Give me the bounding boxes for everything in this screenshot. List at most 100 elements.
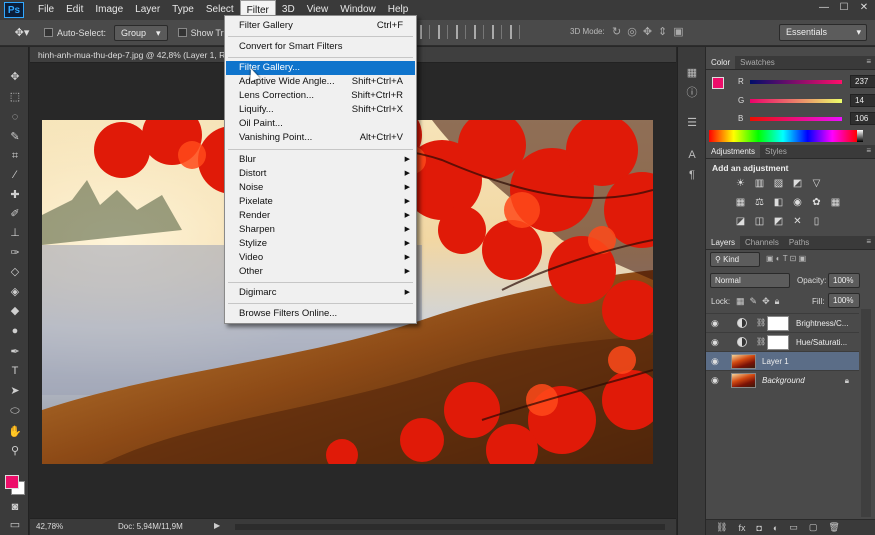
info-panel-icon[interactable]: ⓘ — [686, 87, 698, 99]
filter-menu-item-last-filter[interactable]: Filter Gallery Ctrl+F — [226, 19, 415, 33]
layer-name[interactable]: Background — [762, 376, 805, 385]
distribute-icon[interactable] — [474, 25, 484, 39]
move-tool-preset-icon[interactable]: ✥▾ — [10, 24, 34, 42]
auto-select-dropdown[interactable]: Group ▾ — [114, 24, 168, 41]
quick-selection-tool-icon[interactable]: ✎ — [6, 129, 24, 145]
eye-icon[interactable]: ◉ — [711, 375, 719, 386]
tab-swatches[interactable]: Swatches — [735, 56, 780, 69]
blend-mode-dropdown[interactable]: Normal — [710, 273, 790, 288]
layer-name[interactable]: Layer 1 — [762, 357, 789, 366]
layer-row[interactable]: ◉ ⛓ Brightness/C... — [706, 313, 859, 332]
menu-image[interactable]: Image — [89, 0, 129, 20]
green-value-field[interactable]: 14 — [850, 94, 875, 107]
history-panel-icon[interactable]: ▦ — [686, 67, 698, 79]
foreground-color-swatch[interactable] — [5, 475, 19, 489]
green-slider[interactable] — [750, 99, 842, 103]
opacity-field[interactable]: 100% — [828, 273, 860, 288]
tab-styles[interactable]: Styles — [760, 145, 792, 158]
filter-menu-item-stylize[interactable]: Stylize ▶ — [226, 237, 415, 251]
dodge-tool-icon[interactable]: ● — [6, 323, 24, 339]
filter-menu-item-distort[interactable]: Distort ▶ — [226, 167, 415, 181]
levels-icon[interactable]: ▥ — [753, 177, 766, 190]
tab-adjustments[interactable]: Adjustments — [706, 145, 761, 158]
lock-transparent-icon[interactable]: ▦ — [736, 296, 745, 307]
curves-icon[interactable]: ▨ — [772, 177, 785, 190]
lasso-tool-icon[interactable]: ◌ — [6, 109, 24, 125]
maximize-button[interactable]: ☐ — [837, 2, 851, 14]
tab-layers[interactable]: Layers — [706, 236, 741, 249]
eyedropper-tool-icon[interactable]: ⁄ — [6, 167, 24, 183]
path-selection-tool-icon[interactable]: ➤ — [6, 383, 24, 399]
tab-color[interactable]: Color — [706, 56, 736, 69]
marquee-tool-icon[interactable]: ⬚ — [6, 89, 24, 105]
layers-scrollbar[interactable] — [861, 309, 871, 517]
lock-image-icon[interactable]: ✎ — [750, 296, 758, 307]
lock-position-icon[interactable]: ✥ — [762, 296, 770, 307]
status-menu-arrow-icon[interactable]: ▶ — [214, 521, 220, 530]
zoom-level-field[interactable]: 42,78% — [36, 522, 63, 531]
quick-mask-icon[interactable]: ◙ — [6, 499, 24, 515]
filter-menu-item-oil-paint[interactable]: Oil Paint... — [226, 117, 415, 131]
layer-filter-icons[interactable]: ▣ ◐ T ⊡ ▣ — [766, 254, 806, 263]
fill-field[interactable]: 100% — [828, 293, 860, 308]
workspace-switcher[interactable]: Essentials ▾ — [779, 24, 867, 41]
color-balance-icon[interactable]: ⚖ — [753, 196, 766, 209]
type-tool-icon[interactable]: T — [6, 363, 24, 379]
link-icon[interactable]: ⛓ — [756, 337, 766, 346]
color-panel-foreground-swatch[interactable] — [712, 77, 724, 89]
layer-mask-thumbnail[interactable] — [767, 335, 789, 350]
crop-tool-icon[interactable]: ⌗ — [6, 148, 24, 164]
character-panel-icon[interactable]: A — [686, 149, 698, 161]
drag-3d-icon[interactable]: ✥ — [643, 25, 652, 38]
blue-value-field[interactable]: 106 — [850, 112, 875, 125]
layer-filter-kind-dropdown[interactable]: ⚲ Kind — [710, 252, 760, 267]
filter-menu-item-lens-correction[interactable]: Lens Correction... Shift+Ctrl+R — [226, 89, 415, 103]
menu-layer[interactable]: Layer — [129, 0, 166, 20]
color-lookup-icon[interactable]: ▦ — [829, 196, 842, 209]
properties-panel-icon[interactable]: ☰ — [686, 117, 698, 129]
filter-menu-item-video[interactable]: Video ▶ — [226, 251, 415, 265]
menu-file[interactable]: File — [32, 0, 60, 20]
red-value-field[interactable]: 237 — [850, 75, 875, 88]
panel-menu-icon[interactable]: ≡ — [866, 146, 871, 155]
blur-tool-icon[interactable]: ◆ — [6, 303, 24, 319]
new-group-icon[interactable]: ▭ — [789, 522, 798, 533]
align-icon[interactable] — [456, 25, 466, 39]
tab-paths[interactable]: Paths — [784, 236, 814, 249]
add-mask-icon[interactable]: ◘ — [756, 523, 761, 533]
slide-3d-icon[interactable]: ⇕ — [658, 25, 667, 38]
minimize-button[interactable]: — — [817, 2, 831, 14]
gradient-map-icon[interactable]: ▯ — [810, 215, 823, 228]
layer-row[interactable]: ◉ Background 🔒︎ — [706, 370, 859, 389]
color-spectrum-ramp[interactable] — [709, 130, 857, 142]
hue-saturation-icon[interactable]: ▦ — [734, 196, 747, 209]
brush-tool-icon[interactable]: ✐ — [6, 206, 24, 222]
pen-tool-icon[interactable]: ✒ — [6, 344, 24, 360]
history-brush-tool-icon[interactable]: ✑ — [6, 245, 24, 261]
filter-menu-item-pixelate[interactable]: Pixelate ▶ — [226, 195, 415, 209]
layer-mask-thumbnail[interactable] — [767, 316, 789, 331]
filter-menu-item-noise[interactable]: Noise ▶ — [226, 181, 415, 195]
exposure-icon[interactable]: ◩ — [791, 177, 804, 190]
delete-layer-icon[interactable]: 🗑︎ — [828, 522, 839, 533]
filter-menu-item-vanishing-point[interactable]: Vanishing Point... Alt+Ctrl+V — [226, 131, 415, 145]
zoom-tool-icon[interactable]: ⚲ — [6, 443, 24, 459]
shape-tool-icon[interactable]: ⬭ — [6, 403, 24, 419]
posterize-icon[interactable]: ◫ — [753, 215, 766, 228]
paragraph-panel-icon[interactable]: ¶ — [686, 169, 698, 181]
rotate-3d-icon[interactable]: ↻ — [612, 25, 621, 38]
filter-menu-item-other[interactable]: Other ▶ — [226, 265, 415, 279]
paint-bucket-tool-icon[interactable]: ◈ — [6, 284, 24, 300]
horizontal-scrollbar[interactable] — [235, 524, 665, 530]
panel-menu-icon[interactable]: ≡ — [866, 57, 871, 66]
brightness-contrast-icon[interactable]: ☀ — [734, 177, 747, 190]
roll-3d-icon[interactable]: ◎ — [627, 25, 637, 38]
move-tool-icon[interactable]: ✥ — [6, 69, 24, 85]
distribute-icon[interactable] — [510, 25, 520, 39]
lock-all-icon[interactable]: 🔒︎ — [775, 296, 780, 307]
invert-icon[interactable]: ◪ — [734, 215, 747, 228]
filter-menu-item-browse-online[interactable]: Browse Filters Online... — [226, 307, 415, 321]
photo-filter-icon[interactable]: ◉ — [791, 196, 804, 209]
filter-menu-item-sharpen[interactable]: Sharpen ▶ — [226, 223, 415, 237]
fx-icon[interactable]: fx — [738, 523, 745, 533]
